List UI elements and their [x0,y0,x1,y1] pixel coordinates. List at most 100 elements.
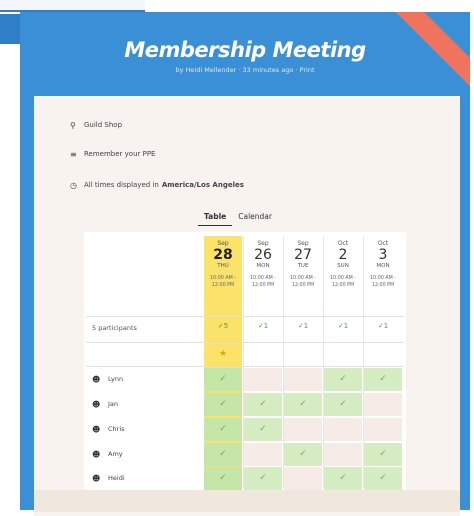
vote-count: ✓1 [297,322,309,330]
participant-name: ☻ Jan [92,394,118,414]
vote-cell[interactable]: ✓ [244,393,282,416]
check-icon: ✓ [299,449,307,459]
user-icon: ☻ [92,374,101,384]
vote-cell[interactable]: ✓ [204,418,242,441]
vote-cell[interactable] [324,443,362,466]
vote-cell[interactable]: ✓ [324,393,362,416]
vote-cell[interactable]: ✓ [324,467,362,490]
date-time-range: 10:00 AM - 12:00 PM [324,275,362,289]
view-tabs: Table Calendar [198,212,278,226]
date-time-range: 10:00 AM - 12:00 PM [364,275,402,289]
vote-cell[interactable] [244,443,282,466]
clock-icon: ◷ [70,180,77,190]
location-text: Guild Shop [84,121,123,129]
vote-cell[interactable] [284,467,322,490]
timezone-prefix: All times displayed in [84,181,159,189]
note-icon: ≡ [70,149,77,159]
date-day: 27 [294,247,312,263]
panel-footer [34,490,460,512]
date-time-range: 10:00 AM - 12:00 PM [204,275,242,289]
location-pin-icon: ⚲ [70,120,76,130]
participant-name: ☻ Amy [92,444,123,464]
check-icon: ✓ [259,424,267,434]
date-time-start: 10:00 AM - [369,276,397,281]
vote-cell[interactable]: ✓ [204,467,242,490]
vote-cell[interactable]: ✓ [284,443,322,466]
participant-name: ☻ Chris [92,419,125,439]
check-icon: ✓ [339,399,347,409]
date-time-range: 10:00 AM - 12:00 PM [244,275,282,289]
participant-name-text: Chris [108,425,125,433]
check-icon: ✓ [379,473,387,483]
user-icon: ☻ [92,473,101,483]
date-weekday: SUN [337,263,349,269]
date-month: Sep [217,240,229,247]
date-month: Oct [337,240,349,247]
vote-cell[interactable]: ✓ [204,368,242,391]
row-divider [86,342,404,343]
participant-name: ☻ Heidi [92,468,125,488]
vote-cell[interactable] [364,418,402,441]
check-icon: ✓ [259,399,267,409]
date-month: Oct [377,240,389,247]
vote-cell[interactable] [284,418,322,441]
vote-cell[interactable]: ✓ [284,393,322,416]
vote-cell[interactable]: ✓ [324,368,362,391]
tab-table[interactable]: Table [198,212,233,226]
user-icon: ☻ [92,399,101,409]
date-time-end: 12:00 PM [251,283,275,288]
date-month: Sep [297,240,309,247]
vote-cell[interactable] [364,393,402,416]
check-icon: ✓ [219,399,227,409]
vote-cell[interactable] [284,368,322,391]
date-time-range: 10:00 AM - 12:00 PM [284,275,322,289]
date-weekday: THU [217,263,229,269]
timezone-value: America/Los Angeles [161,181,244,189]
date-option-header[interactable]: Sep 28 THU 10:00 AM - 12:00 PM [204,236,242,316]
date-time-end: 12:00 PM [371,283,395,288]
timezone-row: ◷ All times displayed in America/Los Ang… [70,177,244,193]
date-day: 28 [213,247,233,263]
check-icon: ✓ [299,399,307,409]
date-time-end: 12:00 PM [291,283,315,288]
vote-cell[interactable]: ✓ [204,393,242,416]
participant-name-text: Heidi [108,474,125,482]
vote-cell[interactable] [324,418,362,441]
date-option-header[interactable]: Oct 2 SUN 10:00 AM - 12:00 PM [324,236,362,316]
check-icon: ✓ [379,374,387,384]
note-text: Remember your PPE [84,150,156,158]
participants-count-label: 5 participants [92,324,137,332]
vote-cell[interactable]: ✓ [244,418,282,441]
vote-cell[interactable]: ✓ [204,443,242,466]
check-icon: ✓ [219,473,227,483]
check-icon: ✓ [219,374,227,384]
date-time-end: 12:00 PM [211,283,235,288]
date-day: 3 [378,247,388,263]
vote-cell[interactable]: ✓ [364,443,402,466]
check-icon: ✓ [379,449,387,459]
vote-cell[interactable] [244,368,282,391]
date-option-header[interactable]: Oct 3 MON 10:00 AM - 12:00 PM [364,236,402,316]
date-weekday: MON [376,263,390,269]
date-option-header[interactable]: Sep 26 MON 10:00 AM - 12:00 PM [244,236,282,316]
page-subtitle: by Heidi Mellender · 33 minutes ago · Pr… [175,66,315,74]
vote-cell[interactable]: ✓ [244,467,282,490]
check-icon: ✓ [219,424,227,434]
participant-name-text: Amy [108,450,123,458]
vote-cell[interactable]: ✓ [364,467,402,490]
check-icon: ✓ [259,473,267,483]
user-icon: ☻ [92,424,101,434]
note-row: ≡ Remember your PPE [70,146,155,162]
date-day: 26 [254,247,272,263]
date-option-header[interactable]: Sep 27 TUE 10:00 AM - 12:00 PM [284,236,322,316]
date-time-start: 10:00 AM - [329,276,357,281]
user-icon: ☻ [92,449,101,459]
date-time-start: 10:00 AM - [289,276,317,281]
vote-count: ✓1 [337,322,349,330]
background-window-bar [0,34,20,44]
vote-cell[interactable]: ✓ [364,368,402,391]
date-time-start: 10:00 AM - [249,276,277,281]
page-title: Membership Meeting [124,38,366,62]
location-row: ⚲ Guild Shop [70,117,122,133]
tab-calendar[interactable]: Calendar [232,212,278,226]
